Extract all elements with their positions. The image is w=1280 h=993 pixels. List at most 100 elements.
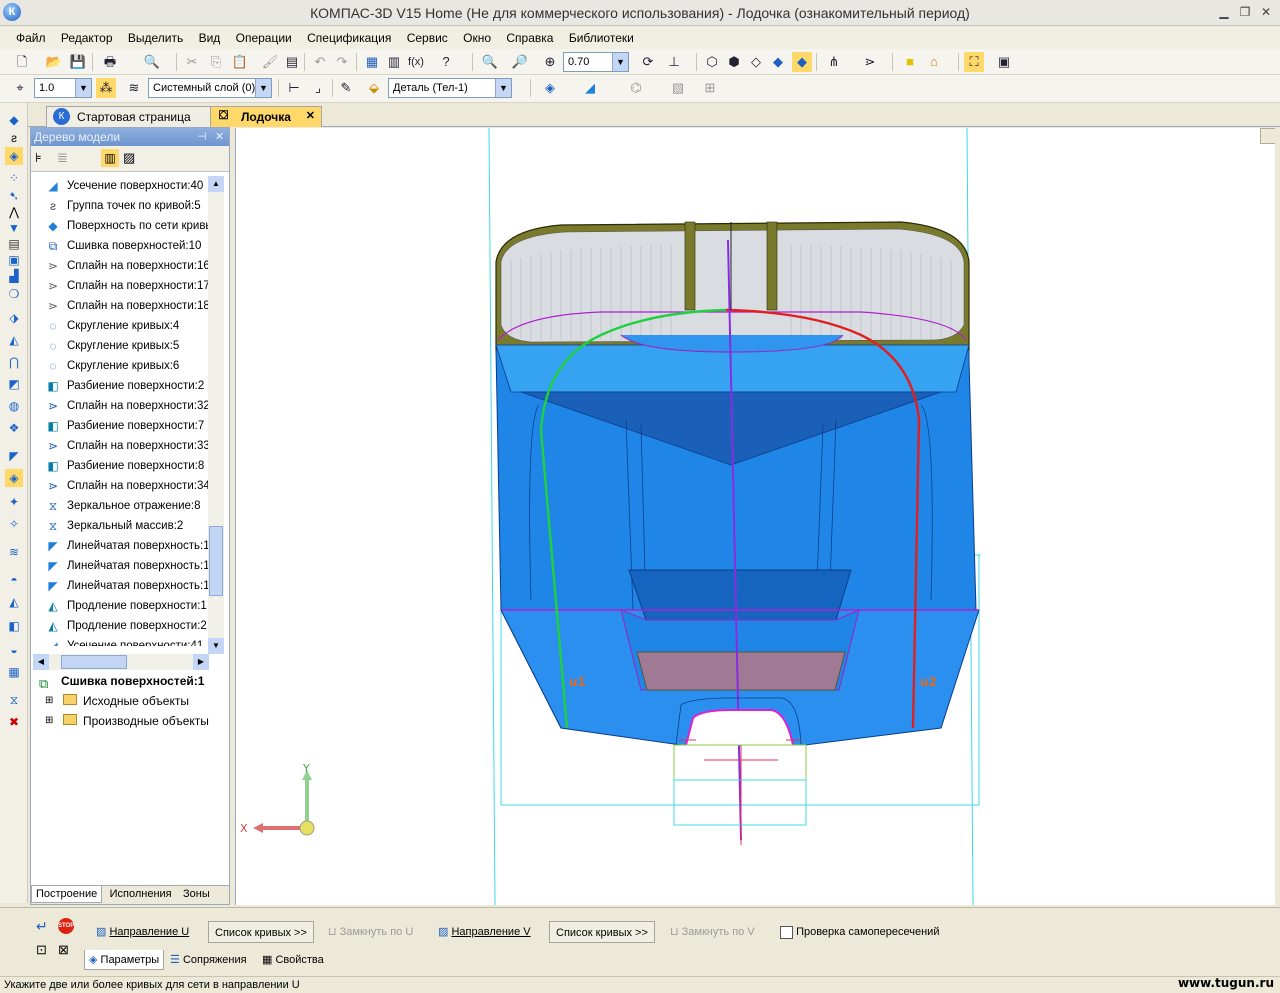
fillet-surface-icon[interactable]: ◒ bbox=[5, 641, 23, 659]
points-icon[interactable]: ⁘ bbox=[5, 169, 23, 187]
tree-item[interactable]: ◤ Линейчатая поверхность:1 bbox=[33, 536, 209, 556]
trim-icon[interactable]: ◭ bbox=[5, 593, 23, 611]
redo-icon[interactable]: ↷ bbox=[332, 52, 352, 72]
tree-item[interactable]: ⋗ Сплайн на поверхности:33 bbox=[33, 436, 209, 456]
layer-combo[interactable]: Системный слой (0) ▼ bbox=[148, 78, 272, 98]
rotate-icon[interactable]: ⟳ bbox=[638, 52, 658, 72]
loft-surface-icon[interactable]: ◩ bbox=[5, 375, 23, 393]
curve-icon[interactable]: ƨ bbox=[5, 129, 23, 147]
scroll-thumb[interactable] bbox=[209, 526, 223, 596]
pin-icon[interactable]: ⊣ bbox=[197, 128, 207, 146]
save-icon[interactable]: 💾 bbox=[68, 52, 88, 72]
close-button[interactable]: ✕ bbox=[1259, 5, 1273, 19]
help-pointer-icon[interactable]: ? bbox=[436, 52, 456, 72]
tree-item[interactable]: ◢ Усечение поверхности:41 bbox=[33, 636, 209, 646]
wireframe-icon[interactable]: ⬡ bbox=[702, 52, 722, 72]
menu-service[interactable]: Сервис bbox=[401, 27, 454, 45]
expand-icon[interactable]: ⊞ bbox=[45, 691, 53, 711]
copy-icon[interactable]: ⎘ bbox=[206, 52, 226, 72]
mesh-surface-icon[interactable]: ✧ bbox=[5, 515, 23, 533]
tree-mode-icon[interactable]: ▨ bbox=[123, 150, 135, 166]
curve-net-surface-icon[interactable]: ◈ bbox=[5, 469, 23, 487]
tab-parameters[interactable]: ◈ Параметры bbox=[84, 950, 165, 970]
menu-file[interactable]: Файл bbox=[0, 27, 52, 45]
tree-list-icon[interactable]: ≣ bbox=[57, 150, 68, 166]
halftone-contour-icon[interactable]: ◆ bbox=[792, 52, 812, 72]
tab-start-page[interactable]: К Стартовая страница bbox=[46, 106, 224, 127]
tab-lodochka[interactable]: ⛋ Лодочка ✕ bbox=[210, 106, 322, 127]
create-object-icon[interactable]: ↵ bbox=[36, 918, 48, 935]
undo-icon[interactable]: ↶ bbox=[310, 52, 330, 72]
tree-item[interactable]: ◤ Линейчатая поверхность:1 bbox=[33, 556, 209, 576]
scroll-left-icon[interactable]: ◀ bbox=[33, 654, 49, 670]
expand-icon[interactable]: ⊞ bbox=[45, 711, 53, 731]
orient-icon[interactable]: ⊥ bbox=[664, 52, 684, 72]
tree-node-derived[interactable]: ⊞ Производные объекты bbox=[33, 711, 227, 731]
direction-u-button[interactable]: ▨ Направление U bbox=[96, 921, 189, 943]
point-surface-icon[interactable]: ✦ bbox=[5, 493, 23, 511]
close-u-checkbox[interactable]: ⊔ Замкнуть по U bbox=[328, 921, 413, 943]
step-combo[interactable]: 1.0 ▼ bbox=[34, 78, 92, 98]
self-intersect-checkbox[interactable]: Проверка самопересечений bbox=[780, 921, 939, 943]
patch-icon[interactable]: ◍ bbox=[5, 397, 23, 415]
measure-icon[interactable]: ⌬ bbox=[626, 78, 646, 98]
paste-icon[interactable]: 📋 bbox=[230, 52, 250, 72]
options-icon[interactable]: ⊠ bbox=[58, 942, 69, 958]
split-icon[interactable]: ◓ bbox=[5, 571, 23, 589]
report-icon[interactable]: ▣ bbox=[994, 52, 1014, 72]
close-tab-icon[interactable]: ✕ bbox=[306, 109, 315, 122]
tab-zones[interactable]: Зоны bbox=[179, 886, 214, 902]
tree-item[interactable]: ◧ Разбиение поверхности:2 bbox=[33, 376, 209, 396]
zoom-window-icon[interactable]: 🔍 bbox=[480, 52, 500, 72]
tree-item[interactable]: ◌ Скругление кривых:5 bbox=[33, 336, 209, 356]
close-v-checkbox[interactable]: ⊔ Замкнуть по V bbox=[670, 921, 755, 943]
model-viewport[interactable]: u1 u2 Y X bbox=[235, 128, 1275, 905]
ortho-icon[interactable]: ⁂ bbox=[96, 78, 116, 98]
direction-v-button[interactable]: ▨ Направление V bbox=[438, 921, 531, 943]
tree-item[interactable]: ⧖ Зеркальное отражение:8 bbox=[33, 496, 209, 516]
new-file-icon[interactable]: 🗋 bbox=[12, 52, 32, 72]
home-view-icon[interactable]: ⌂ bbox=[924, 52, 944, 72]
ruled-surface-icon[interactable]: ◤ bbox=[5, 447, 23, 465]
stitch-icon[interactable]: ≋ bbox=[5, 543, 23, 561]
halftone-icon[interactable]: ◆ bbox=[768, 52, 788, 72]
tree-item[interactable]: ◤ Линейчатая поверхность:1 bbox=[33, 576, 209, 596]
tab-properties[interactable]: ▦ Свойства bbox=[262, 950, 324, 970]
grid-step-icon[interactable]: ⌖ bbox=[10, 78, 30, 98]
open-file-icon[interactable]: 📂 bbox=[44, 52, 64, 72]
menu-help[interactable]: Справка bbox=[500, 27, 559, 45]
manager-icon[interactable]: ▦ bbox=[362, 52, 382, 72]
edit-icon[interactable]: ✎ bbox=[336, 78, 356, 98]
tree-item[interactable]: ƨ Группа точек по кривой:5 bbox=[33, 196, 209, 216]
tree-item[interactable]: ⧖ Зеркальный массив:2 bbox=[33, 516, 209, 536]
mirror-icon[interactable]: ⧖ bbox=[5, 691, 23, 709]
rotation-surface-icon[interactable]: ◭ bbox=[5, 331, 23, 349]
tree-item[interactable]: ◭ Продление поверхности:1 bbox=[33, 596, 209, 616]
calculator-icon[interactable]: ▥ bbox=[384, 52, 404, 72]
thin-lines-icon[interactable]: ◇ bbox=[746, 52, 766, 72]
scroll-down-icon[interactable]: ▼ bbox=[208, 638, 224, 654]
detail-icon[interactable]: ⬙ bbox=[364, 78, 384, 98]
close-panel-icon[interactable]: ✕ bbox=[215, 128, 224, 146]
tree-item[interactable]: ◌ Скругление кривых:6 bbox=[33, 356, 209, 376]
variables-icon[interactable]: f(x) bbox=[406, 52, 426, 72]
properties-icon[interactable]: ▤ bbox=[282, 52, 302, 72]
tree-item[interactable]: ⋗ Сплайн на поверхности:32 bbox=[33, 396, 209, 416]
tree-item[interactable]: ◧ Разбиение поверхности:8 bbox=[33, 456, 209, 476]
sweep-icon[interactable]: ⋂ bbox=[5, 353, 23, 371]
zoom-icon[interactable]: 🔎 bbox=[510, 52, 530, 72]
tree-vscrollbar[interactable]: ▲ ▼ bbox=[208, 176, 224, 654]
snap-icon[interactable]: ⋗ bbox=[860, 52, 880, 72]
tree-item[interactable]: ⋗ Сплайн на поверхности:34 bbox=[33, 476, 209, 496]
mass-icon[interactable]: ▧ bbox=[668, 78, 688, 98]
material-icon[interactable]: ◈ bbox=[540, 78, 560, 98]
coordinate-system-icon[interactable]: ⊢ bbox=[284, 78, 304, 98]
menu-select[interactable]: Выделить bbox=[122, 27, 189, 45]
mesh-icon[interactable]: ▦ bbox=[5, 663, 23, 681]
layer-icon[interactable]: ≋ bbox=[124, 78, 144, 98]
hscroll-thumb[interactable] bbox=[61, 655, 127, 669]
offset-surface-icon[interactable]: ❖ bbox=[5, 419, 23, 437]
scroll-up-icon[interactable]: ▲ bbox=[208, 176, 224, 192]
filter-icon[interactable]: ⋔ bbox=[824, 52, 844, 72]
print-icon[interactable]: 🖶 bbox=[100, 52, 120, 72]
